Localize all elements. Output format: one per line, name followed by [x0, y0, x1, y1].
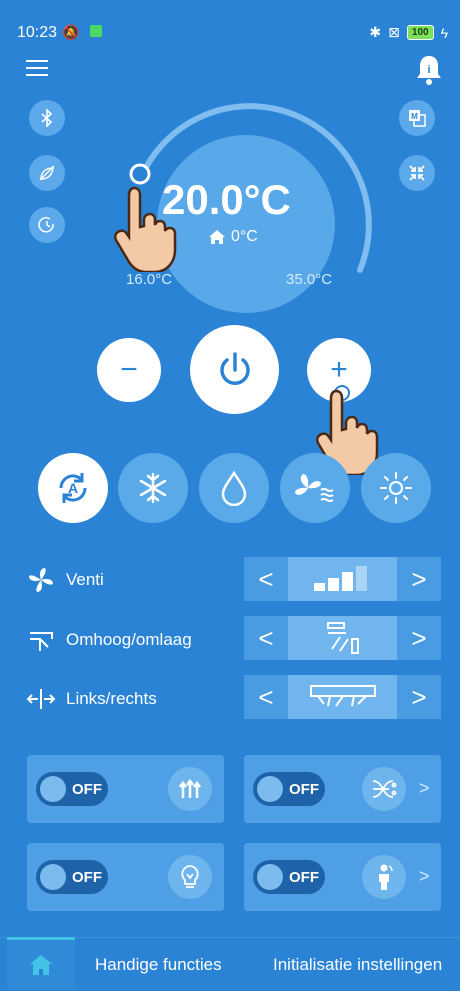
- outdoor-temperature-value: 0°C: [231, 228, 258, 245]
- bluetooth-status-icon: ✱: [369, 24, 382, 40]
- home-tab-icon: [30, 955, 52, 975]
- horizontal-swing-next-button[interactable]: >: [397, 675, 441, 719]
- horizontal-swing-icon: [26, 689, 56, 709]
- tab-init-settings[interactable]: Initialisatie instellingen: [273, 955, 442, 975]
- feature-card-light[interactable]: OFF: [27, 843, 224, 911]
- bluetooth-button[interactable]: [29, 100, 65, 136]
- feature-card-presence[interactable]: OFF >: [244, 843, 441, 911]
- fan-speed-level: [288, 557, 397, 601]
- fan-speed-bars-icon: [313, 566, 367, 591]
- purify-chevron-icon: >: [419, 778, 430, 798]
- compress-button[interactable]: [399, 155, 435, 191]
- fan-speed-selector: < >: [244, 557, 441, 601]
- tab-handy-functions[interactable]: Handige functies: [95, 955, 222, 975]
- charging-icon: ϟ: [440, 24, 448, 41]
- power-icon: [219, 351, 250, 385]
- person-sense-icon: [362, 855, 406, 899]
- vertical-swing-icon: [30, 632, 53, 651]
- power-button[interactable]: [190, 325, 279, 414]
- fan-icon: [29, 568, 53, 592]
- air-purify-icon: [362, 767, 406, 811]
- feature-card-airflow[interactable]: OFF: [27, 755, 224, 823]
- water-drop-icon: [221, 470, 247, 506]
- home-icon: [209, 230, 225, 244]
- vertical-swing-position: [288, 616, 397, 660]
- vertical-swing-label: Omhoog/omlaag: [26, 625, 192, 655]
- battery-icon: 100: [406, 25, 434, 40]
- temperature-max-label: 35.0°C: [286, 271, 333, 288]
- timer-button[interactable]: [29, 207, 65, 243]
- heat-mode-button[interactable]: [361, 453, 431, 523]
- fan-speed-prev-button[interactable]: <: [244, 557, 288, 601]
- horizontal-swing-label: Links/rechts: [26, 684, 157, 714]
- temperature-min-label: 16.0°C: [126, 271, 173, 288]
- timer-icon: [38, 217, 54, 233]
- outdoor-temperature: 0°C: [208, 228, 258, 246]
- fan-speed-text: Venti: [66, 570, 104, 589]
- snowflake-icon: [139, 472, 167, 504]
- auto-mode-button[interactable]: A: [38, 453, 108, 523]
- airflow-toggle[interactable]: OFF: [36, 772, 108, 806]
- presence-chevron-icon: >: [419, 866, 430, 886]
- cool-mode-button[interactable]: [118, 453, 188, 523]
- horizontal-swing-position: [288, 675, 397, 719]
- leaf-off-icon: [39, 165, 55, 181]
- app-notification-icon: [90, 25, 102, 37]
- bulb-icon: [168, 855, 212, 899]
- svg-text:A: A: [68, 480, 78, 496]
- vertical-swing-selector: < >: [244, 616, 441, 660]
- mode-m-button[interactable]: M: [399, 100, 435, 136]
- dry-mode-button[interactable]: [199, 453, 269, 523]
- vane-position-icon: [326, 622, 359, 654]
- signal-icon: ⊠: [388, 24, 400, 40]
- notification-off-icon: 🔕: [62, 24, 80, 40]
- auto-mode-icon: A: [59, 473, 87, 503]
- light-toggle[interactable]: OFF: [36, 860, 108, 894]
- fan-speed-label: Venti: [26, 565, 104, 595]
- horizontal-swing-selector: < >: [244, 675, 441, 719]
- presence-toggle[interactable]: OFF: [253, 860, 325, 894]
- vertical-swing-next-button[interactable]: >: [397, 616, 441, 660]
- status-icons: ✱ ⊠ 100 ϟ: [369, 24, 448, 41]
- fan-speed-next-button[interactable]: >: [397, 557, 441, 601]
- status-time: 10:23: [17, 24, 58, 41]
- airflow-up-icon: [168, 767, 212, 811]
- compress-arrows-icon: [409, 165, 425, 181]
- svg-text:M: M: [411, 112, 418, 121]
- vertical-swing-prev-button[interactable]: <: [244, 616, 288, 660]
- tab-home[interactable]: [7, 937, 75, 990]
- fan-mode-button[interactable]: [280, 453, 350, 523]
- tap-hand-icon: [113, 186, 177, 272]
- fan-wind-icon: [295, 474, 334, 502]
- temperature-slider-handle[interactable]: [129, 163, 151, 185]
- vertical-swing-text: Omhoog/omlaag: [66, 630, 192, 649]
- svg-text:i: i: [427, 64, 430, 76]
- decrease-temperature-button[interactable]: −: [97, 338, 161, 402]
- mode-m-icon: M: [409, 110, 426, 127]
- menu-icon[interactable]: [26, 60, 48, 76]
- eco-off-button[interactable]: [29, 155, 65, 191]
- horizontal-swing-prev-button[interactable]: <: [244, 675, 288, 719]
- louver-position-icon: [309, 685, 376, 707]
- bluetooth-icon: [41, 109, 53, 127]
- purify-toggle[interactable]: OFF: [253, 772, 325, 806]
- notification-bell-icon[interactable]: i: [414, 54, 444, 86]
- horizontal-swing-text: Links/rechts: [66, 689, 157, 708]
- sun-icon: [380, 472, 412, 504]
- feature-card-purify[interactable]: OFF >: [244, 755, 441, 823]
